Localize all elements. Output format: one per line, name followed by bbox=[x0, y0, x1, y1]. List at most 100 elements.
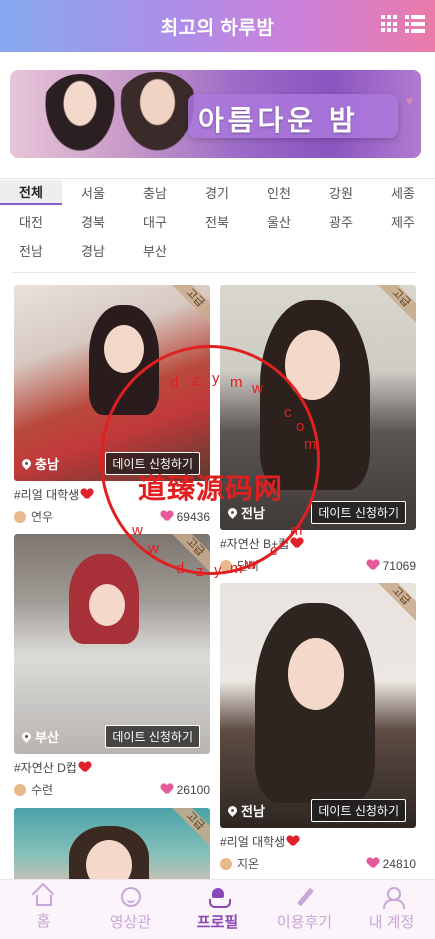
watermark-char: y bbox=[212, 370, 220, 387]
location-pin-icon bbox=[20, 457, 33, 470]
region-item[interactable]: 울산 bbox=[248, 212, 310, 231]
nav-videos[interactable]: 영상관 bbox=[87, 880, 174, 939]
heart-icon bbox=[81, 489, 93, 500]
nav-label: 영상관 bbox=[109, 914, 152, 931]
view-toggle bbox=[381, 15, 425, 33]
nav-label: 프로필 bbox=[196, 914, 239, 931]
like-icon[interactable] bbox=[161, 511, 173, 522]
watermark-char: d bbox=[176, 560, 185, 577]
grade-badge: 고급 bbox=[371, 583, 416, 626]
location-label: 충남 bbox=[20, 454, 59, 473]
pen-icon bbox=[295, 887, 315, 907]
profile-title: #자연산 B+컵 bbox=[220, 535, 416, 552]
banner-image bbox=[30, 70, 205, 158]
nav-label: 내 계정 bbox=[368, 914, 415, 931]
watermark-char: m bbox=[290, 522, 303, 539]
region-item[interactable]: 서울 bbox=[62, 183, 124, 202]
region-item[interactable]: 부산 bbox=[124, 241, 186, 260]
profile-meta: 수련 26100 bbox=[14, 781, 210, 798]
location-pin-icon bbox=[226, 506, 239, 519]
user-icon bbox=[382, 887, 405, 909]
heart-icon bbox=[287, 836, 299, 847]
watermark-char: w bbox=[132, 522, 143, 539]
like-icon[interactable] bbox=[367, 560, 379, 571]
location-pin-icon bbox=[226, 804, 239, 817]
watermark-char: w bbox=[252, 380, 263, 397]
watermark-char: m bbox=[230, 560, 243, 577]
location-label: 전남 bbox=[226, 801, 265, 820]
watermark-char: c bbox=[270, 542, 278, 559]
region-item[interactable]: 강원 bbox=[310, 183, 372, 202]
grid-view-icon[interactable] bbox=[381, 15, 399, 33]
profile-photo[interactable]: 고급 bbox=[14, 808, 210, 888]
watermark-char: y bbox=[214, 562, 222, 579]
user-name: 지온 bbox=[237, 857, 260, 871]
banner-text: 아름다운 밤 bbox=[198, 105, 359, 136]
region-item[interactable]: 경북 bbox=[62, 212, 124, 231]
grade-badge: 고급 bbox=[165, 808, 210, 851]
region-row: 대전 경북 대구 전북 울산 광주 제주 bbox=[0, 207, 435, 236]
date-request-button[interactable]: 데이트 신청하기 bbox=[105, 725, 200, 748]
region-item[interactable]: 전남 bbox=[0, 241, 62, 260]
nav-profile[interactable]: 프로필 bbox=[174, 880, 261, 939]
region-row: 전남 경남 부산 bbox=[0, 236, 435, 265]
list-view-icon[interactable] bbox=[405, 15, 425, 33]
region-item[interactable]: 대전 bbox=[0, 212, 62, 231]
hand-heart-icon bbox=[208, 887, 231, 908]
date-request-button[interactable]: 데이트 신청하기 bbox=[311, 799, 406, 822]
watermark-char: m bbox=[304, 436, 317, 453]
watermark-char: z bbox=[196, 563, 204, 580]
like-icon[interactable] bbox=[161, 784, 173, 795]
top-header: 최고의 하루밤 bbox=[0, 0, 435, 52]
watermark-char: w bbox=[148, 540, 159, 557]
date-request-button[interactable]: 데이트 신청하기 bbox=[311, 501, 406, 524]
nav-home[interactable]: 홈 bbox=[0, 880, 87, 939]
nav-account[interactable]: 내 계정 bbox=[348, 880, 435, 939]
region-item[interactable]: 충남 bbox=[124, 183, 186, 202]
region-divider bbox=[12, 272, 415, 273]
region-item[interactable]: 광주 bbox=[310, 212, 372, 231]
region-item[interactable]: 인천 bbox=[248, 183, 310, 202]
region-item[interactable]: 전북 bbox=[186, 212, 248, 231]
nav-reviews[interactable]: 이용후기 bbox=[261, 880, 348, 939]
promo-banner[interactable]: 아름다운 밤 ♥ bbox=[10, 70, 421, 158]
watermark-char: m bbox=[230, 374, 243, 391]
profile-card[interactable]: 고급 bbox=[14, 808, 210, 888]
profile-photo[interactable]: 고급 전남 데이트 신청하기 bbox=[220, 583, 416, 828]
profile-card[interactable]: 고급 전남 데이트 신청하기 #자연산 B+컵 단비 71069 bbox=[220, 285, 416, 574]
nav-label: 홈 bbox=[36, 913, 51, 930]
user-name: 수련 bbox=[31, 783, 54, 797]
profile-card[interactable]: 고급 전남 데이트 신청하기 #리얼 대학생 지온 24810 bbox=[220, 583, 416, 872]
profile-meta: 지온 24810 bbox=[220, 855, 416, 872]
grade-badge: 고급 bbox=[165, 285, 210, 328]
user-name: 연우 bbox=[31, 510, 54, 524]
location-pin-icon bbox=[20, 730, 33, 743]
bottom-navigation: 홈 영상관 프로필 이용후기 내 계정 bbox=[0, 879, 435, 939]
like-count: 69436 bbox=[176, 509, 210, 524]
watermark-char: w bbox=[246, 556, 257, 573]
heart-icon bbox=[79, 762, 91, 773]
profile-photo[interactable]: 고급 충남 데이트 신청하기 bbox=[14, 285, 210, 481]
region-item[interactable]: 대구 bbox=[124, 212, 186, 231]
like-count: 24810 bbox=[382, 856, 416, 871]
watermark-char: d bbox=[170, 374, 179, 391]
region-all[interactable]: 전체 bbox=[0, 180, 62, 205]
region-item[interactable]: 세종 bbox=[372, 183, 434, 202]
region-item[interactable]: 제주 bbox=[372, 212, 434, 231]
region-row: 전체 서울 충남 경기 인천 강원 세종 bbox=[0, 178, 435, 207]
watermark-char: o bbox=[296, 418, 305, 435]
region-item[interactable]: 경기 bbox=[186, 183, 248, 202]
watermark-char: z bbox=[192, 372, 200, 389]
avatar bbox=[220, 857, 232, 870]
avatar bbox=[14, 783, 26, 796]
like-icon[interactable] bbox=[367, 858, 379, 869]
profile-title: #리얼 대학생 bbox=[220, 833, 416, 850]
watermark-char: c bbox=[284, 404, 292, 421]
heart-decoration-icon: ♥ bbox=[405, 94, 413, 108]
like-count: 71069 bbox=[382, 558, 416, 573]
nav-label: 이용후기 bbox=[276, 914, 333, 931]
home-icon bbox=[35, 895, 52, 906]
region-item[interactable]: 경남 bbox=[62, 241, 124, 260]
page-title: 최고의 하루밤 bbox=[160, 17, 275, 39]
region-filter: 전체 서울 충남 경기 인천 강원 세종 대전 경북 대구 전북 울산 광주 제… bbox=[0, 178, 435, 265]
